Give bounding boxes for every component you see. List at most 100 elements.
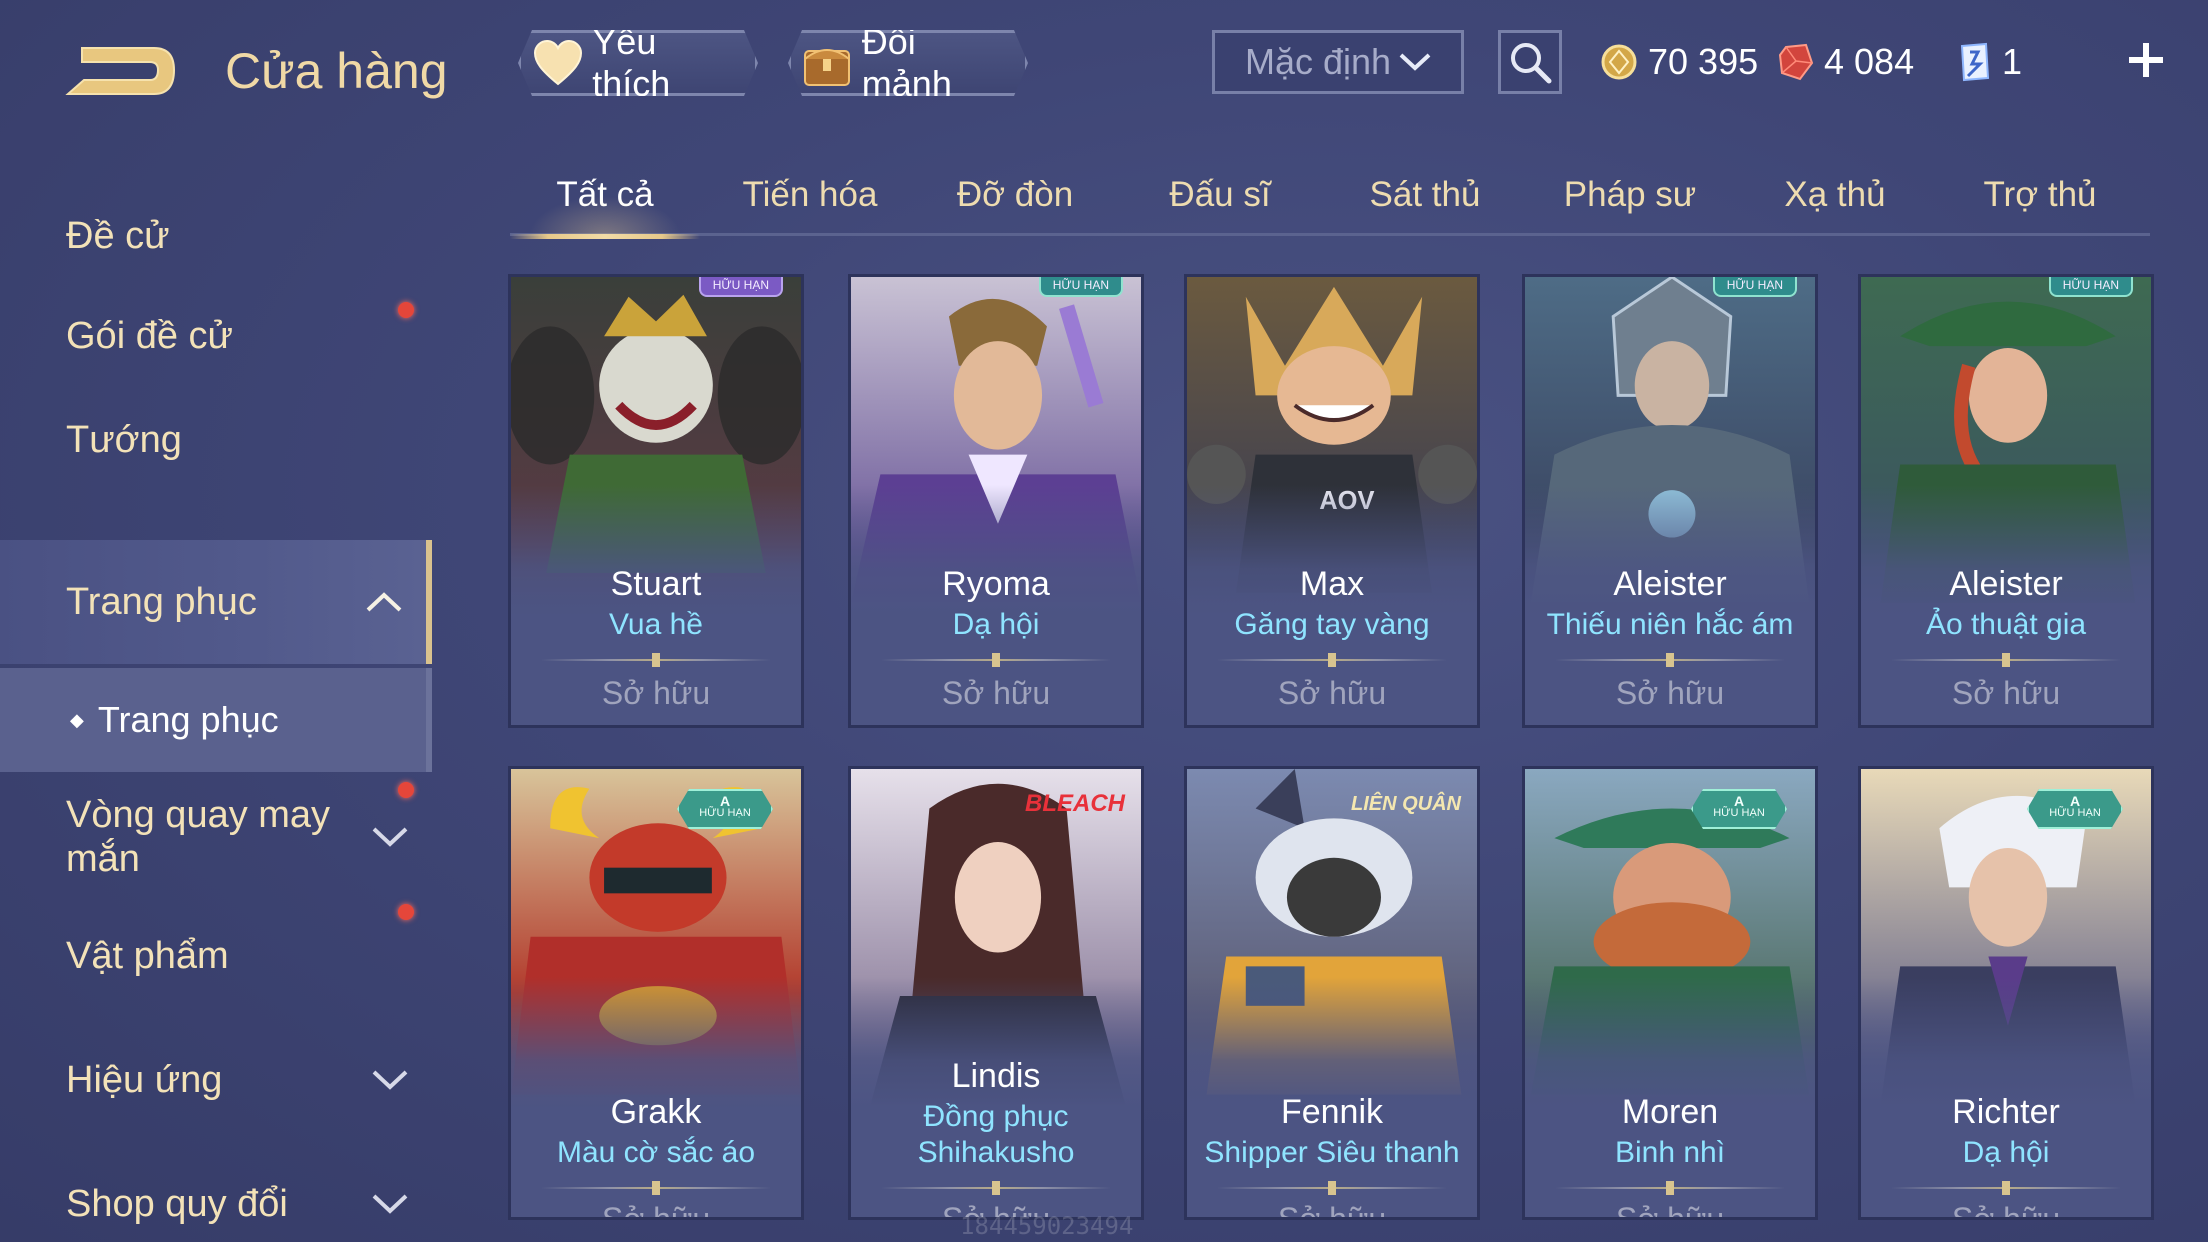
limited-a-badge: A HỮU HẠN — [677, 789, 773, 829]
skin-grid: HỮU HẠN Stuart Vua hề Sở hữu HỮU HẠN Ryo… — [508, 274, 2154, 1242]
chevron-down-icon — [372, 1070, 408, 1090]
sidebar-item-featured[interactable]: Đề cử — [0, 200, 432, 272]
sidebar-item-heroes[interactable]: Tướng — [0, 388, 432, 492]
hero-name: Max — [1299, 565, 1365, 603]
skin-name: Dạ hội — [952, 608, 1040, 641]
limited-badge: HỮU HẠN — [698, 277, 783, 297]
hero-name: Richter — [1952, 1093, 2060, 1131]
hero-name: Grakk — [610, 1093, 702, 1131]
hero-name: Moren — [1621, 1093, 1719, 1131]
search-button[interactable] — [1498, 30, 1562, 94]
skin-card[interactable]: HỮU HẠN Stuart Vua hề Sở hữu — [508, 274, 804, 728]
skin-card[interactable]: AOV Max Găng tay vàng Sở hữu — [1184, 274, 1480, 728]
limited-a-badge: A HỮU HẠN — [2027, 789, 2123, 829]
tab-marksman[interactable]: Xạ thủ — [1740, 160, 1930, 236]
sidebar-item-featured-packs[interactable]: Gói đề cử — [0, 284, 432, 388]
sidebar-item-label: Đề cử — [66, 214, 170, 257]
skin-card[interactable]: HỮU HẠN Aleister Ảo thuật gia Sở hữu — [1858, 274, 2154, 728]
gold-balance: 70 395 — [1600, 34, 1758, 90]
exchange-shards-button[interactable]: Đổi mảnh — [788, 30, 1028, 96]
skin-card[interactable]: HỮU HẠN Aleister Thiếu niên hắc ám Sở hữ… — [1522, 274, 1818, 728]
back-arrow-icon — [65, 47, 176, 95]
card-divider — [881, 1181, 1111, 1195]
owned-status: Sở hữu — [941, 675, 1051, 711]
tab-support[interactable]: Trợ thủ — [1945, 160, 2135, 236]
sort-dropdown[interactable]: Mặc định — [1212, 30, 1464, 94]
shop-screen: Cửa hàng Yêu thích Đổi mảnh Mặc định 70 … — [0, 0, 2208, 1242]
owned-status: Sở hữu — [1615, 1201, 1725, 1220]
skin-name: Màu cờ sắc áo — [556, 1136, 756, 1169]
sidebar-item-label: Hiệu ứng — [66, 1058, 223, 1101]
skin-card[interactable]: LIÊN QUÂN Fennik Shipper Siêu thanh Sở h… — [1184, 766, 1480, 1220]
sidebar: Đề cử Gói đề cử Tướng Trang phục ◆ Trang… — [0, 160, 432, 1242]
hero-name: Aleister — [1949, 565, 2063, 603]
gem-balance: 4 084 — [1778, 34, 1914, 90]
skin-card[interactable]: HỮU HẠN Ryoma Dạ hội Sở hữu — [848, 274, 1144, 728]
chevron-up-icon — [366, 592, 402, 612]
skin-card[interactable]: BLEACH Lindis Đồng phục Shihakusho Sở hữ… — [848, 766, 1144, 1220]
sidebar-item-exchange-shop[interactable]: Shop quy đổi — [0, 1152, 432, 1242]
card-divider — [881, 653, 1111, 667]
collab-logo: BLEACH — [1025, 790, 1125, 817]
skin-name: Đồng phục Shihakusho — [917, 1100, 1075, 1169]
tab-warrior[interactable]: Đấu sĩ — [1125, 160, 1315, 236]
limited-badge: HỮU HẠN — [1712, 277, 1797, 297]
search-icon — [1511, 43, 1552, 84]
sidebar-subitem-label: Trang phục — [97, 699, 279, 740]
sidebar-item-label: Gói đề cử — [66, 314, 233, 357]
gold-amount: 70 395 — [1648, 41, 1759, 82]
sidebar-item-lucky-wheel[interactable]: Vòng quay may mắn — [0, 778, 432, 896]
skin-name: Thiếu niên hắc ám — [1546, 608, 1794, 641]
card-divider — [1217, 1181, 1447, 1195]
card-divider — [541, 1181, 771, 1195]
tab-mage[interactable]: Pháp sư — [1535, 160, 1725, 236]
back-button[interactable] — [62, 36, 180, 106]
card-divider — [1891, 653, 2121, 667]
voucher-icon — [1960, 42, 1990, 82]
sidebar-subitem-skins[interactable]: ◆ Trang phục — [0, 668, 432, 772]
sort-value: Mặc định — [1245, 41, 1392, 82]
sidebar-item-items[interactable]: Vật phẩm — [0, 904, 432, 1008]
tab-all[interactable]: Tất cả — [510, 160, 700, 239]
skin-name: Dạ hội — [1962, 1136, 2050, 1169]
owned-status: Sở hữu — [1277, 1201, 1387, 1220]
sidebar-item-label: Vòng quay may mắn — [66, 794, 331, 880]
hero-name: Lindis — [951, 1057, 1041, 1095]
collab-logo: LIÊN QUÂN — [1351, 793, 1461, 815]
tab-assassin[interactable]: Sát thủ — [1330, 160, 1520, 236]
chevron-down-icon — [372, 827, 408, 847]
owned-status: Sở hữu — [1615, 675, 1725, 711]
limited-badge: HỮU HẠN — [1038, 277, 1123, 297]
skin-name: Găng tay vàng — [1234, 608, 1430, 641]
hero-name: Aleister — [1613, 565, 1727, 603]
sidebar-item-label: Shop quy đổi — [66, 1182, 288, 1225]
card-divider — [1555, 1181, 1785, 1195]
category-tabs: Tất cả Tiến hóa Đỡ đòn Đấu sĩ Sát thủ Ph… — [510, 160, 2150, 239]
skin-card[interactable]: A HỮU HẠN Grakk Màu cờ sắc áo Sở hữu — [508, 766, 804, 1220]
notification-dot — [398, 302, 414, 318]
owned-status: Sở hữu — [1951, 675, 2061, 711]
gold-coin-icon — [1601, 44, 1637, 80]
gem-amount: 4 084 — [1824, 41, 1915, 82]
card-divider — [541, 653, 771, 667]
skin-name: Vua hề — [609, 608, 703, 641]
skin-card[interactable]: A HỮU HẠN Moren Binh nhì Sở hữu — [1522, 766, 1818, 1220]
favorite-label: Yêu thích — [592, 21, 671, 104]
page-title: Cửa hàng — [225, 43, 448, 99]
hero-name: Stuart — [610, 565, 702, 603]
tab-evolution[interactable]: Tiến hóa — [715, 160, 905, 236]
hero-name: Fennik — [1280, 1093, 1384, 1131]
favorite-button[interactable]: Yêu thích — [518, 30, 758, 96]
sidebar-item-label: Vật phẩm — [66, 934, 229, 977]
tab-tank[interactable]: Đỡ đòn — [920, 160, 1110, 236]
token-amount: 1 — [2002, 41, 2023, 82]
skin-name: Ảo thuật gia — [1925, 608, 2087, 641]
exchange-label: Đổi mảnh — [861, 21, 952, 104]
skin-card[interactable]: A HỮU HẠN Richter Dạ hội Sở hữu — [1858, 766, 2154, 1220]
sidebar-item-effects[interactable]: Hiệu ứng — [0, 1028, 432, 1132]
owned-status: Sở hữu — [1951, 1201, 2061, 1220]
sidebar-item-skins[interactable]: Trang phục — [0, 540, 432, 664]
diamond-bullet-icon: ◆ — [70, 709, 84, 730]
chevron-down-icon — [1399, 53, 1431, 71]
top-up-button[interactable] — [2114, 28, 2178, 92]
